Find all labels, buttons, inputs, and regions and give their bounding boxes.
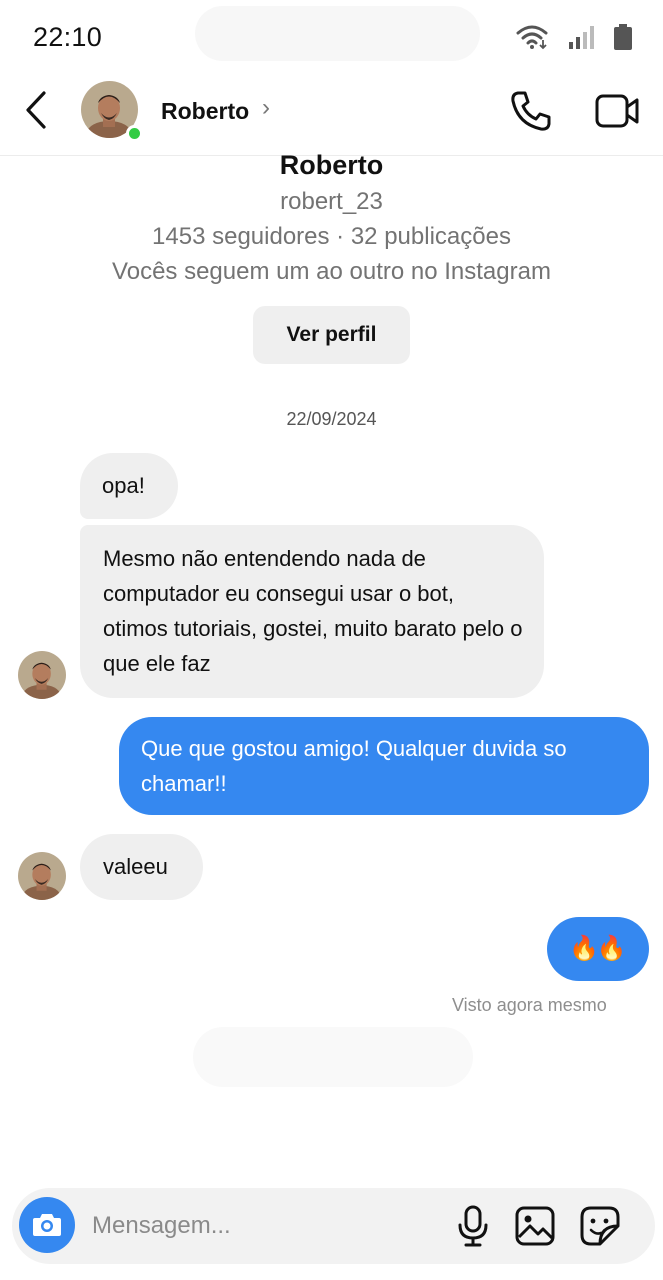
seen-status: Visto agora mesmo [452,995,607,1015]
view-profile-button[interactable]: Ver perfil [253,306,410,364]
video-icon [595,94,639,128]
wifi-icon [516,25,548,50]
incoming-message[interactable]: Mesmo não entendendo nada de computador … [80,525,544,698]
status-bar: 22:10 [0,0,663,76]
status-icons [515,20,633,54]
incoming-message[interactable]: opa! [80,453,178,519]
avatar[interactable] [81,81,143,142]
online-status-dot [126,125,143,142]
blurred-area [193,1027,473,1087]
gallery-icon [515,1206,555,1246]
status-notch-blur [195,6,480,61]
sticker-button[interactable] [579,1205,621,1247]
video-call-button[interactable] [594,90,640,132]
avatar[interactable] [18,852,66,900]
outgoing-message[interactable]: Que que gostou amigo! Qualquer duvida so… [119,717,649,815]
status-time: 22:10 [33,22,103,52]
profile-stats: 1453 seguidores · 32 publicações [152,223,511,250]
voice-call-button[interactable] [508,88,554,134]
avatar-image [18,651,66,699]
profile-username: robert_23 [280,188,383,215]
profile-name: Roberto [279,150,384,180]
chat-header: Roberto › [0,76,663,156]
microphone-icon [458,1205,488,1247]
incoming-message[interactable]: valeeu [80,834,203,900]
signal-icon [569,26,594,49]
avatar-image [18,852,66,900]
mutual-follow-info: Vocês seguem um ao outro no Instagram [112,258,551,285]
message-composer [12,1188,655,1264]
chevron-right-icon[interactable]: › [262,94,270,122]
back-button[interactable] [18,90,54,130]
battery-icon [614,24,632,50]
message-input[interactable] [92,1205,432,1247]
back-icon [26,91,46,129]
camera-button[interactable] [19,1197,75,1253]
contact-name[interactable]: Roberto [161,98,249,125]
phone-icon [511,91,551,131]
date-separator: 22/09/2024 [286,409,377,429]
sticker-icon [580,1206,620,1246]
outgoing-emoji-message[interactable]: 🔥🔥 [547,917,649,981]
microphone-button[interactable] [455,1204,491,1248]
avatar[interactable] [18,651,66,699]
gallery-button[interactable] [514,1205,556,1247]
camera-icon [33,1214,61,1236]
